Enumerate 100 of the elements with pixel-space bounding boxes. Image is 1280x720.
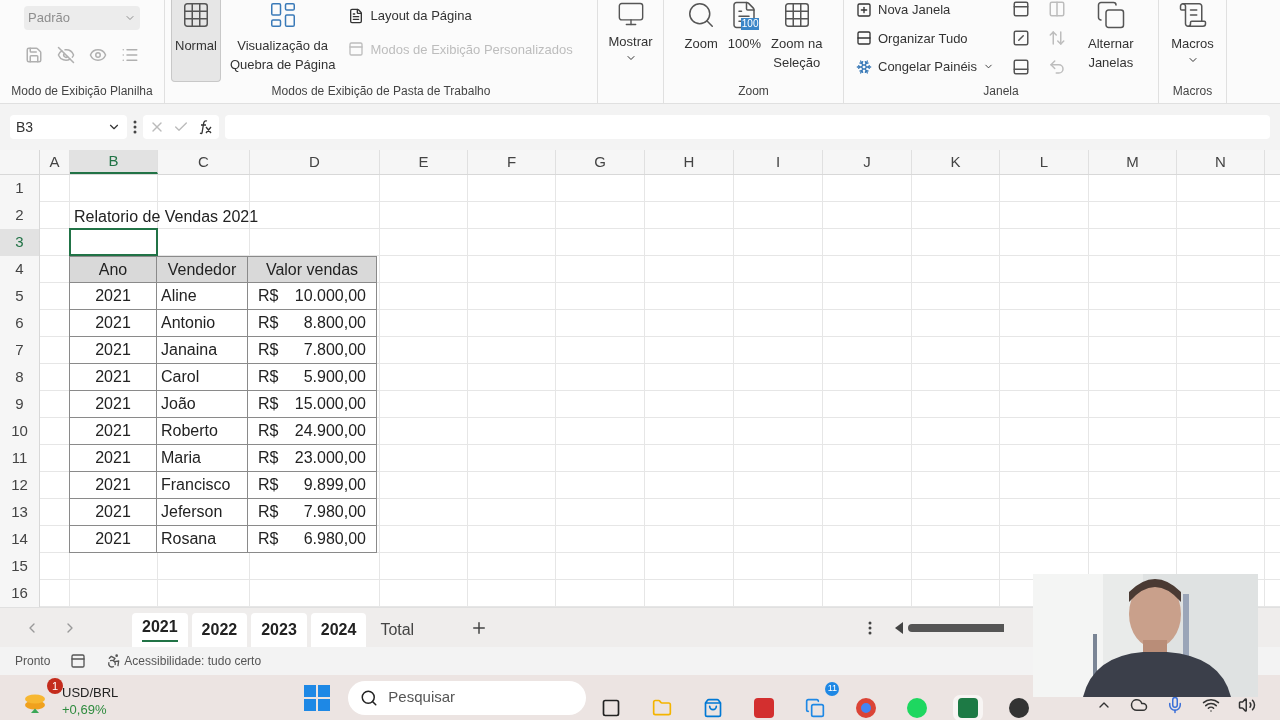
window-button[interactable]: Nova Janela <box>856 0 994 20</box>
table-cell: R$ 15.000,00 <box>247 391 377 418</box>
column-header[interactable]: M <box>1089 150 1177 174</box>
cell-selection[interactable] <box>69 228 158 256</box>
table-cell: 2021 <box>69 526 157 553</box>
table-cell: Rosana <box>156 526 248 553</box>
column-header[interactable]: K <box>912 150 1000 174</box>
volume-icon[interactable] <box>1238 695 1256 714</box>
switch-windows-button[interactable]: Alternar Janelas <box>1088 0 1134 72</box>
table-cell: Antonio <box>156 310 248 337</box>
view-button[interactable]: Visualização da Quebra de Página <box>226 0 339 82</box>
table-cell: 2021 <box>69 310 157 337</box>
table-cell: 2021 <box>69 445 157 472</box>
row-header[interactable]: 14 <box>0 526 40 553</box>
table-header: Valor vendas <box>247 256 377 283</box>
row-header[interactable]: 6 <box>0 310 40 337</box>
row-header[interactable]: 5 <box>0 283 40 310</box>
status-text: Pronto <box>15 653 51 670</box>
monitor-icon <box>616 0 645 28</box>
search-field[interactable]: Pesquisar <box>348 680 587 715</box>
row-header[interactable]: 16 <box>0 580 40 607</box>
more-icon[interactable] <box>133 120 137 134</box>
page-icon <box>348 7 365 24</box>
rows-icon <box>856 30 872 47</box>
horizontal-scrollbar[interactable] <box>908 623 1005 632</box>
row-header[interactable]: 2 <box>0 202 40 229</box>
zoom-button[interactable]: Zoom <box>684 0 718 53</box>
table-header: Ano <box>69 256 157 283</box>
notification-badge: 1 <box>47 678 63 694</box>
macros-button[interactable]: Macros <box>1171 0 1214 66</box>
table-cell: R$ 6.980,00 <box>247 526 377 553</box>
row-header[interactable]: 4 <box>0 256 40 283</box>
column-header[interactable]: J <box>823 150 912 174</box>
sheet-tab[interactable]: 2024 <box>310 613 367 647</box>
sheet-tab[interactable]: Total <box>370 613 425 647</box>
column-header[interactable]: G <box>556 150 645 174</box>
row-header[interactable]: 12 <box>0 472 40 499</box>
table-cell: Roberto <box>156 418 248 445</box>
table-cell: R$ 8.800,00 <box>247 310 377 337</box>
table-cell: R$ 10.000,00 <box>247 283 377 310</box>
column-header[interactable]: E <box>380 150 468 174</box>
name-box[interactable]: B3 <box>10 115 127 139</box>
table-cell: Francisco <box>156 472 248 499</box>
column-header[interactable]: N <box>1177 150 1265 174</box>
sheet-tab[interactable]: 2021 <box>132 613 188 647</box>
show-button[interactable]: Mostrar <box>608 0 653 64</box>
row-header[interactable]: 1 <box>0 175 40 202</box>
table-cell: João <box>156 391 248 418</box>
view-mode-button[interactable]: Layout da Página <box>348 6 573 26</box>
row-header[interactable]: 11 <box>0 445 40 472</box>
table-cell: 2021 <box>69 364 157 391</box>
row-header[interactable]: 8 <box>0 364 40 391</box>
column-header[interactable]: L <box>1000 150 1089 174</box>
row-header[interactable]: 9 <box>0 391 40 418</box>
row-header[interactable]: 13 <box>0 499 40 526</box>
column-header[interactable]: B <box>70 150 158 174</box>
table-cell: Maria <box>156 445 248 472</box>
new-window-icon <box>856 1 872 18</box>
row-header[interactable]: 15 <box>0 553 40 580</box>
group-label: Modos de Exibição de Pasta de Trabalho <box>271 83 491 100</box>
table-cell: Janaina <box>156 337 248 364</box>
more-icon[interactable] <box>868 620 873 635</box>
zoom-button[interactable]: 100 100% <box>727 0 762 53</box>
column-header[interactable]: I <box>734 150 823 174</box>
sheet-tab[interactable]: 2022 <box>191 613 248 647</box>
row-header[interactable]: 3 <box>0 229 40 256</box>
column-header[interactable]: H <box>645 150 734 174</box>
ticker-label[interactable]: USD/BRL <box>62 683 119 701</box>
table-cell: R$ 7.980,00 <box>247 499 377 526</box>
microphone-icon[interactable] <box>1166 695 1184 714</box>
window-button[interactable]: Organizar Tudo <box>856 28 994 48</box>
table-cell: 2021 <box>69 472 157 499</box>
view-button[interactable]: Normal <box>171 0 221 82</box>
scroll-left-icon[interactable] <box>894 621 905 634</box>
sheet-tab[interactable]: 2023 <box>251 613 307 647</box>
window-button[interactable]: Congelar Painéis <box>856 57 994 77</box>
table-cell: 2021 <box>69 337 157 364</box>
window-icon <box>348 41 365 58</box>
column-header[interactable]: F <box>468 150 556 174</box>
table-cell: R$ 24.900,00 <box>247 418 377 445</box>
row-header[interactable]: 10 <box>0 418 40 445</box>
table-cell: 2021 <box>69 499 157 526</box>
split-icon[interactable] <box>1012 0 1030 18</box>
group-label: Modo de Exibição Planilha <box>11 83 153 100</box>
function-icon[interactable] <box>197 119 213 135</box>
table-cell: R$ 5.900,00 <box>247 364 377 391</box>
table-cell: Jeferson <box>156 499 248 526</box>
snowflake-icon <box>856 58 872 75</box>
accessibility-status[interactable]: Acessibilidade: tudo certo <box>124 652 262 670</box>
ticker-change: +0,69% <box>62 700 108 718</box>
scroll-icon <box>1177 0 1208 30</box>
panel-icon[interactable] <box>1012 58 1030 76</box>
start-icon[interactable] <box>304 684 331 711</box>
zoom-button[interactable]: Zoom na Seleção <box>771 0 823 72</box>
table-header: Vendedor <box>156 256 248 283</box>
column-header[interactable]: D <box>250 150 380 174</box>
slash-icon[interactable] <box>1012 29 1030 47</box>
row-header[interactable]: 7 <box>0 337 40 364</box>
table-cell: 2021 <box>69 418 157 445</box>
column-header[interactable]: C <box>158 150 250 174</box>
